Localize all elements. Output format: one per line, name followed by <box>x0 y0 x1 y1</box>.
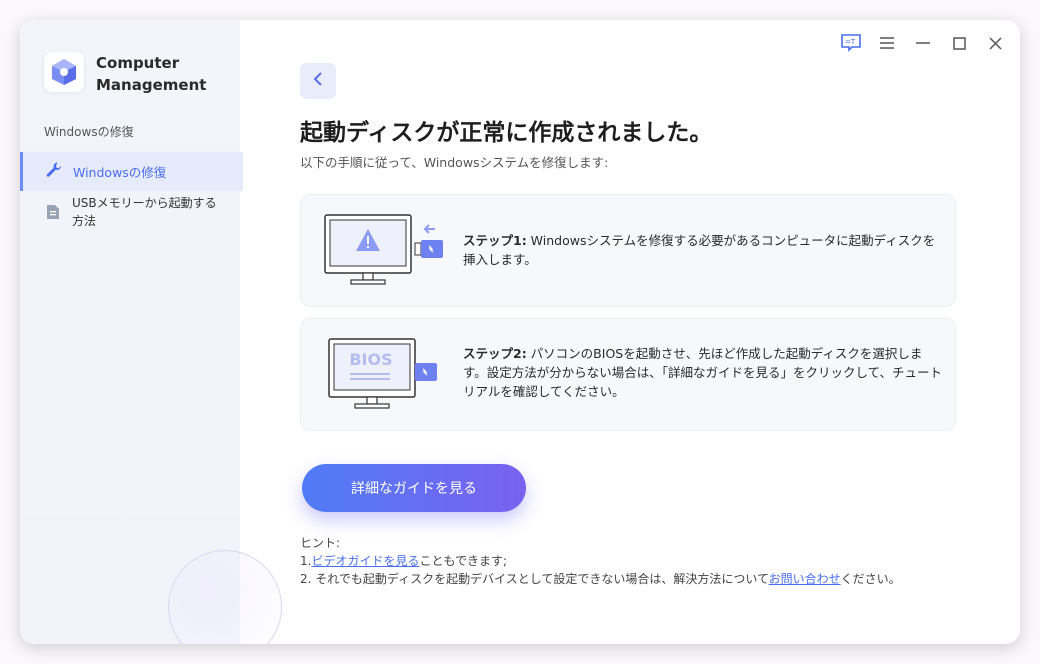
hints: ヒント: 1.ビデオガイドを見ることもできます; 2. それでも起動ディスクを起… <box>300 534 901 588</box>
maximize-icon[interactable] <box>948 32 970 54</box>
app-window: Computer Management Windowsの修復 Windowsの修… <box>20 20 1020 644</box>
monitor-warning-illustration <box>323 213 448 292</box>
page-title: 起動ディスクが正常に作成されました。 <box>300 120 713 146</box>
video-guide-link[interactable]: ビデオガイドを見る <box>311 554 419 568</box>
wrench-icon <box>45 161 63 183</box>
step-1-text: ステップ1: Windowsシステムを修復する必要があるコンピュータに起動ディス… <box>463 231 943 269</box>
step-description: パソコンのBIOSを起動させ、先ほど作成した起動ディスクを選択します。設定方法が… <box>463 346 943 399</box>
hint-suffix: こともできます; <box>419 554 508 568</box>
main-content: =T 起動ディスクが正常に作成されました。 以下の手順に従って、Windowsシ… <box>240 20 1020 644</box>
menu-icon[interactable] <box>876 32 898 54</box>
sidebar-item-label: Windowsの修復 <box>73 165 167 180</box>
app-name-line1: Computer <box>96 54 180 72</box>
sidebar: Computer Management Windowsの修復 Windowsの修… <box>20 20 282 644</box>
sidebar-item-windows-repair[interactable]: Windowsの修復 <box>20 152 243 191</box>
step-2-text: ステップ2: パソコンのBIOSを起動させ、先ほど作成した起動ディスクを選択しま… <box>463 344 943 401</box>
back-button[interactable] <box>300 63 336 99</box>
sidebar-item-usb-boot[interactable]: USBメモリーから起動する方法 <box>20 194 240 230</box>
step-label: ステップ2: <box>463 346 527 361</box>
monitor-bios-illustration: BIOS <box>323 337 448 416</box>
hint-prefix: 1. <box>300 554 312 568</box>
sidebar-section-label: Windowsの修復 <box>44 125 134 139</box>
feedback-icon[interactable]: =T <box>840 32 862 54</box>
hint-line-1: 1.ビデオガイドを見ることもできます; <box>300 552 901 570</box>
step-1-card: ステップ1: Windowsシステムを修復する必要があるコンピュータに起動ディス… <box>300 194 956 307</box>
view-detailed-guide-button[interactable]: 詳細なガイドを見る <box>302 464 526 512</box>
close-icon[interactable] <box>984 32 1006 54</box>
document-icon <box>46 204 60 224</box>
app-logo-icon <box>44 52 84 92</box>
chevron-left-icon <box>313 71 323 91</box>
page-subtitle: 以下の手順に従って、Windowsシステムを修復します: <box>300 155 609 170</box>
hint-prefix: 2. それでも起動ディスクを起動デバイスとして設定できない場合は、解決方法につい… <box>300 572 769 586</box>
bios-screen-text: BIOS <box>349 350 392 369</box>
window-controls: =T <box>840 32 1006 54</box>
hint-suffix: ください。 <box>840 572 901 586</box>
step-2-card: BIOS ステップ2: パソコンのBIOSを起動させ、先ほど作成した起動ディスク… <box>300 318 956 431</box>
hint-line-2: 2. それでも起動ディスクを起動デバイスとして設定できない場合は、解決方法につい… <box>300 570 901 588</box>
minimize-icon[interactable] <box>912 32 934 54</box>
hints-title: ヒント: <box>300 536 341 550</box>
app-name: Computer Management <box>96 52 226 96</box>
sidebar-item-label: USBメモリーから起動する方法 <box>72 196 217 228</box>
app-name-line2: Management <box>96 76 207 94</box>
step-description: Windowsシステムを修復する必要があるコンピュータに起動ディスクを挿入します… <box>463 233 936 267</box>
contact-us-link[interactable]: お問い合わせ <box>769 572 841 586</box>
svg-text:=T: =T <box>845 38 856 46</box>
step-label: ステップ1: <box>463 233 527 248</box>
